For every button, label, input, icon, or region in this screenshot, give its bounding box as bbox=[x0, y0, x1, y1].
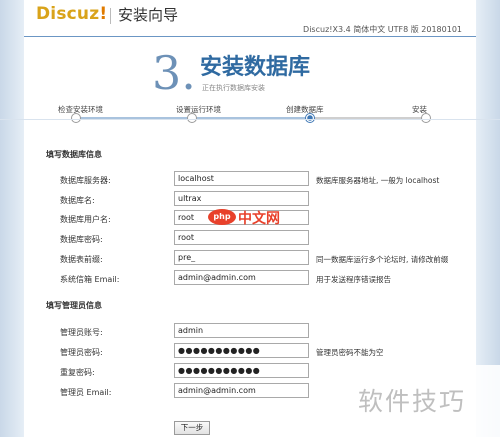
admin-password-hint: 管理员密码不能为空 bbox=[316, 348, 384, 357]
step-dot-2 bbox=[187, 113, 197, 123]
db-host-label: 数据库服务器: bbox=[60, 176, 111, 185]
db-user-label: 数据库用户名: bbox=[60, 215, 111, 224]
installer-header: Discuz! 安装向导 Discuz!X3.4 简体中文 UTF8 版 201… bbox=[24, 0, 476, 34]
corner-watermark-text: 软件技巧 bbox=[358, 387, 467, 416]
step-dot-1 bbox=[71, 113, 81, 123]
progress-steps: 检查安装环境 设置运行环境 创建数据库 安装 bbox=[24, 100, 476, 130]
admin-password-input[interactable] bbox=[174, 343, 309, 358]
php-logo-badge: php bbox=[208, 209, 236, 225]
logo-divider bbox=[110, 8, 111, 24]
db-section-title: 填写数据库信息 bbox=[46, 150, 102, 159]
page-side-left bbox=[0, 0, 24, 437]
db-name-label: 数据库名: bbox=[60, 196, 95, 205]
table-prefix-label: 数据表前缀: bbox=[60, 255, 103, 264]
admin-password-label: 管理员密码: bbox=[60, 348, 103, 357]
table-prefix-input[interactable] bbox=[174, 250, 309, 265]
db-password-label: 数据库密码: bbox=[60, 235, 103, 244]
db-host-hint: 数据库服务器地址, 一般为 localhost bbox=[316, 176, 440, 185]
table-prefix-hint: 同一数据库运行多个论坛时, 请修改前缀 bbox=[316, 255, 449, 264]
step-dot-4 bbox=[421, 113, 431, 123]
logo-text: Discuz bbox=[36, 4, 100, 24]
admin-account-input[interactable] bbox=[174, 323, 309, 338]
version-info: Discuz!X3.4 简体中文 UTF8 版 20180101 bbox=[303, 25, 462, 34]
db-host-input[interactable] bbox=[174, 171, 309, 186]
php-watermark-text: 中文网 bbox=[238, 211, 280, 227]
wizard-title: 安装向导 bbox=[118, 6, 179, 24]
header-divider bbox=[24, 36, 476, 37]
system-email-label: 系统信箱 Email: bbox=[60, 275, 120, 284]
discuz-logo: Discuz! bbox=[36, 4, 107, 28]
system-email-hint: 用于发送程序错误报告 bbox=[316, 275, 391, 284]
admin-email-label: 管理员 Email: bbox=[60, 388, 112, 397]
next-step-button[interactable]: 下一步 bbox=[174, 421, 210, 435]
admin-section-title: 填写管理员信息 bbox=[46, 301, 102, 310]
step-label-setup-env: 设置运行环境 bbox=[176, 105, 221, 114]
repeat-password-input[interactable] bbox=[174, 363, 309, 378]
step-number: 3. bbox=[152, 46, 196, 100]
progress-divider bbox=[0, 119, 500, 120]
db-password-input[interactable] bbox=[174, 230, 309, 245]
step-label-create-db: 创建数据库 bbox=[286, 105, 324, 114]
step-dot-3 bbox=[305, 113, 315, 123]
admin-email-input[interactable] bbox=[174, 383, 309, 398]
step-title: 安装数据库 bbox=[200, 55, 311, 80]
step-subtitle: 正在执行数据库安装 bbox=[202, 84, 265, 92]
logo-bang: ! bbox=[99, 4, 108, 24]
system-email-input[interactable] bbox=[174, 270, 309, 285]
corner-watermark: 软件技巧 bbox=[346, 365, 500, 437]
db-name-input[interactable] bbox=[174, 191, 309, 206]
step-label-check-env: 检查安装环境 bbox=[58, 105, 103, 114]
repeat-password-label: 重复密码: bbox=[60, 368, 95, 377]
admin-account-label: 管理员账号: bbox=[60, 328, 103, 337]
